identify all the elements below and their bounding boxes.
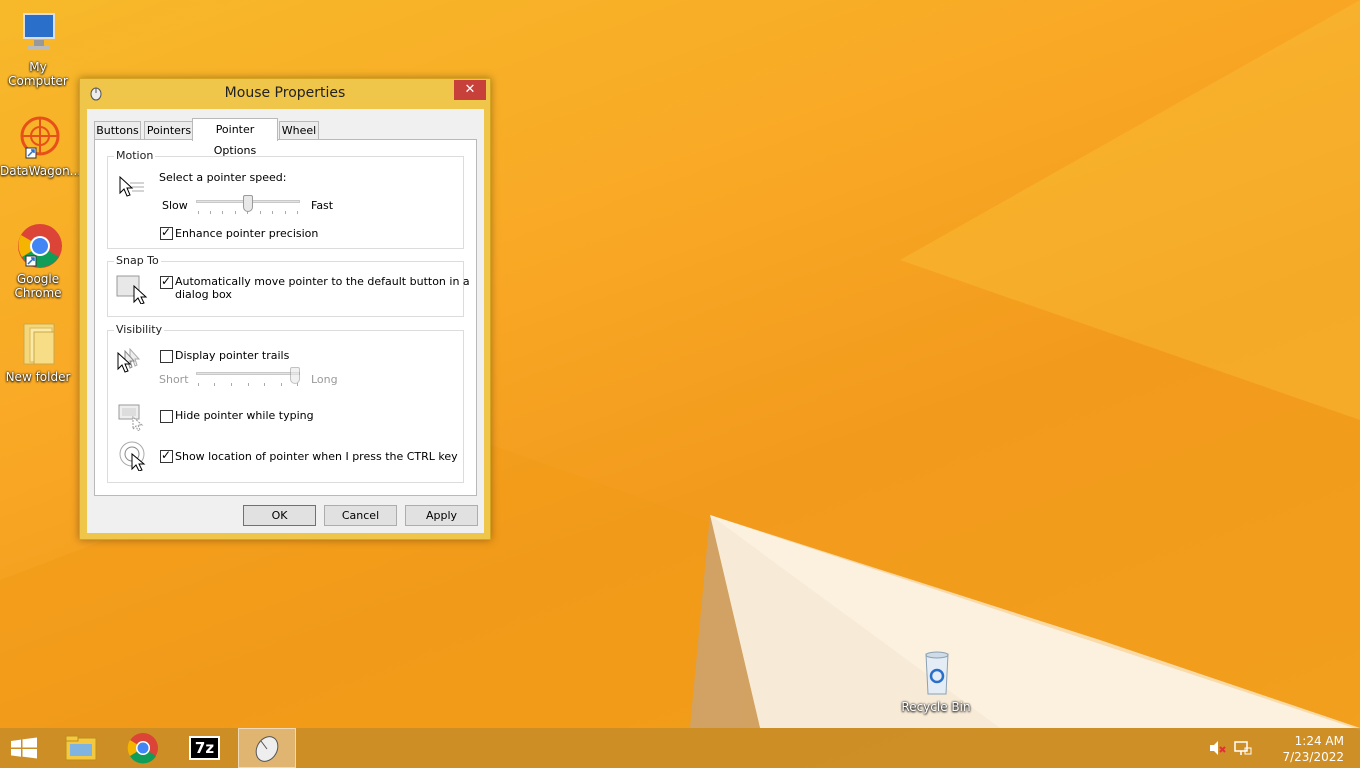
desktop-icon-google-chrome[interactable]: Google Chrome <box>0 222 76 300</box>
desktop-icon-label: New folder <box>5 370 71 384</box>
pointer-trails-label: Display pointer trails <box>175 349 290 362</box>
chrome-icon <box>14 222 62 270</box>
enhance-precision-checkbox[interactable] <box>160 225 173 240</box>
mouse-icon <box>255 736 279 762</box>
desktop-icon-label: My Computer <box>8 60 68 88</box>
cancel-button[interactable]: Cancel <box>324 505 397 526</box>
window-title: Mouse Properties <box>224 85 346 101</box>
snap-to-group-label: Snap To <box>114 254 161 267</box>
enhance-precision-label: Enhance pointer precision <box>175 227 319 240</box>
system-clock[interactable]: 1:24 AM 7/23/2022 <box>1282 733 1344 765</box>
ctrl-locate-checkbox[interactable] <box>160 448 173 463</box>
fast-label: Fast <box>311 199 334 212</box>
desktop-icon-label: DataWagon... <box>0 164 82 178</box>
taskbar-file-explorer[interactable] <box>52 728 110 768</box>
snap-to-group: Snap To Automatically move pointer to th… <box>107 254 470 317</box>
pointer-trails-slider[interactable] <box>196 367 302 391</box>
close-button[interactable]: ✕ <box>454 80 486 100</box>
tab-pointer-options[interactable]: Pointer Options <box>192 118 278 157</box>
snap-to-checkbox[interactable] <box>160 274 173 289</box>
chrome-icon <box>127 733 158 764</box>
hide-pointer-label: Hide pointer while typing <box>175 409 314 422</box>
short-label: Short <box>159 373 189 386</box>
desktop-icon-datawagon[interactable]: DataWagon... <box>0 114 82 178</box>
clock-date: 7/23/2022 <box>1282 750 1344 764</box>
pointer-speed-slider[interactable] <box>196 195 302 219</box>
tab-panel-pointer-options: Motion Select a pointer speed: Slow Fast <box>94 139 477 496</box>
desktop-icon-new-folder[interactable]: New folder <box>0 320 76 384</box>
file-explorer-icon <box>65 735 97 761</box>
pointer-trails-icon <box>116 347 150 378</box>
folder-icon <box>14 320 62 368</box>
mouse-properties-window[interactable]: Mouse Properties ✕ Buttons Pointers Poin… <box>79 78 491 540</box>
pointer-speed-icon <box>118 175 146 202</box>
snap-to-icon <box>116 274 150 307</box>
clock-time: 1:24 AM <box>1294 734 1344 748</box>
hide-pointer-icon <box>118 403 148 434</box>
visibility-group-label: Visibility <box>114 323 165 336</box>
network-icon[interactable] <box>1234 740 1252 759</box>
start-icon <box>11 737 37 759</box>
desktop-icon-label: Google Chrome <box>14 272 62 300</box>
start-button[interactable] <box>0 728 48 768</box>
volume-muted-icon[interactable] <box>1208 740 1226 759</box>
desktop-icon-my-computer[interactable]: My Computer <box>0 10 76 88</box>
slider-thumb[interactable] <box>243 195 253 212</box>
hide-pointer-checkbox[interactable] <box>160 410 173 423</box>
desktop-icon-label: Recycle Bin <box>901 700 971 714</box>
long-label: Long <box>311 373 338 386</box>
tab-wheel[interactable]: Wheel <box>279 121 319 140</box>
7zip-icon: 7z <box>189 736 220 760</box>
pointer-trails-checkbox[interactable] <box>160 350 173 363</box>
ctrl-locate-icon <box>118 441 150 474</box>
taskbar-mouse-properties[interactable] <box>238 728 296 768</box>
apply-button[interactable]: Apply <box>405 505 478 526</box>
title-bar[interactable]: Mouse Properties ✕ <box>80 79 490 109</box>
taskbar-7zip[interactable]: 7z <box>176 728 234 768</box>
motion-group-label: Motion <box>114 149 156 162</box>
recycle-bin-icon <box>912 650 960 698</box>
desktop-icon-recycle-bin[interactable]: Recycle Bin <box>898 650 974 714</box>
tab-buttons[interactable]: Buttons <box>94 121 141 140</box>
datawagon-icon <box>14 114 62 162</box>
tab-pointers[interactable]: Pointers <box>144 121 194 140</box>
motion-group: Motion Select a pointer speed: Slow Fast <box>107 149 464 249</box>
ok-button[interactable]: OK <box>243 505 316 526</box>
ctrl-locate-label: Show location of pointer when I press th… <box>175 450 458 463</box>
slow-label: Slow <box>162 199 188 212</box>
snap-to-label-line1: Automatically move pointer to the defaul… <box>175 275 470 288</box>
dialog-client-area: Buttons Pointers Pointer Options Wheel M… <box>87 109 484 533</box>
visibility-group: Visibility Display pointer trails Short … <box>107 323 464 483</box>
computer-icon <box>14 10 62 58</box>
slider-thumb[interactable] <box>290 367 300 384</box>
taskbar-chrome[interactable] <box>114 728 172 768</box>
taskbar: 7z 1:24 AM 7/23/2022 <box>0 728 1360 768</box>
pointer-speed-label: Select a pointer speed: <box>159 171 287 184</box>
snap-to-label-line2: dialog box <box>175 288 232 301</box>
